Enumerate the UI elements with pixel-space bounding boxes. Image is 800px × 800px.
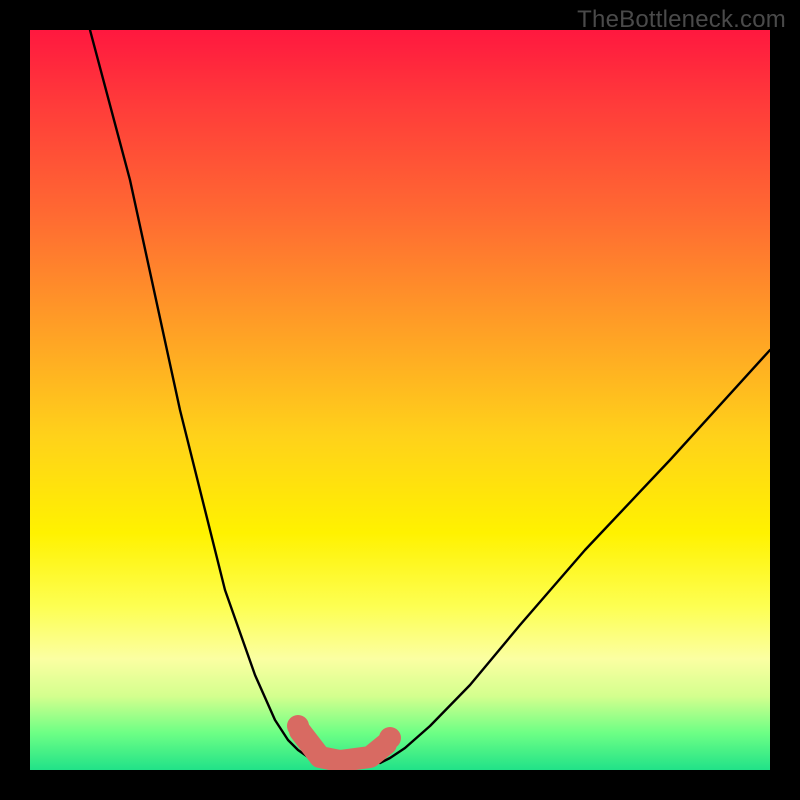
bottleneck-curve-left bbox=[90, 30, 328, 763]
marker-endpoint-left bbox=[287, 715, 309, 737]
marker-endpoint-right bbox=[379, 727, 401, 749]
chart-frame bbox=[30, 30, 770, 770]
trough-marker-line bbox=[300, 731, 386, 761]
bottleneck-curve-right bbox=[380, 350, 770, 763]
chart-svg bbox=[30, 30, 770, 770]
watermark-text: TheBottleneck.com bbox=[577, 6, 786, 34]
